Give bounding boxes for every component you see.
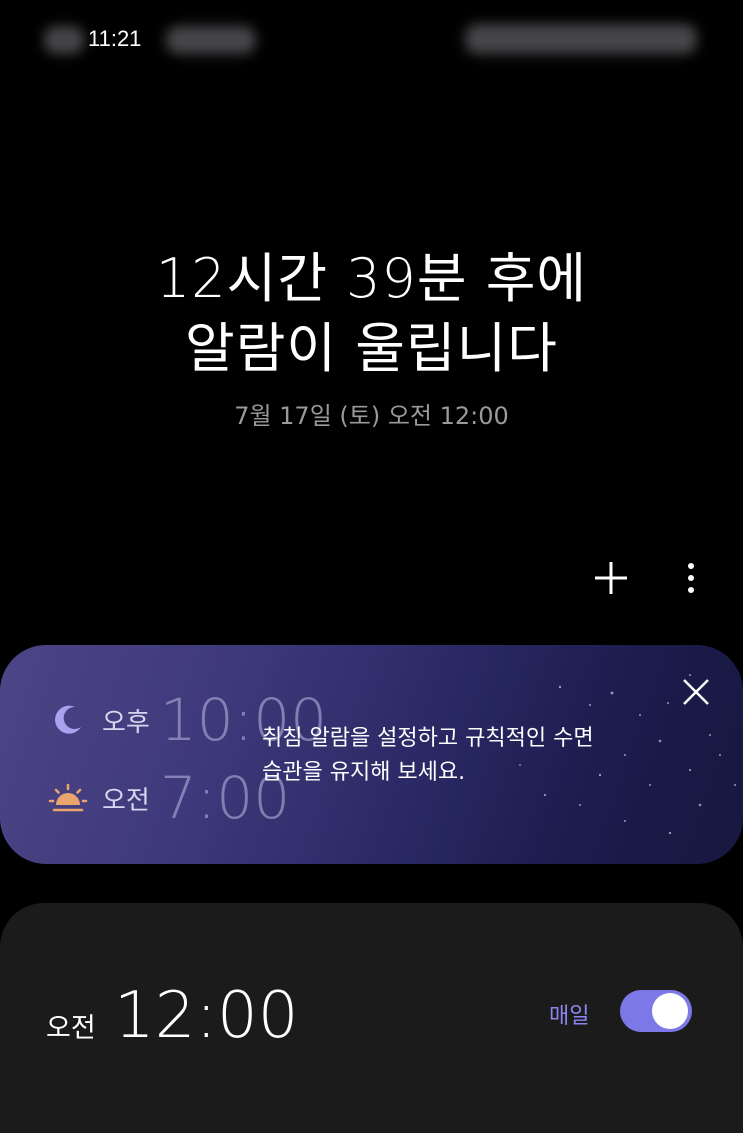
toggle-knob xyxy=(652,993,688,1029)
plus-icon xyxy=(595,562,627,594)
bedtime-message: 취침 알람을 설정하고 규칙적인 수면 습관을 유지해 보세요. xyxy=(262,722,642,790)
alarm-time: 12:00 xyxy=(114,979,299,1053)
alarm-enable-toggle[interactable] xyxy=(620,990,692,1032)
bedtime-ampm: 오후 xyxy=(102,707,150,738)
close-icon xyxy=(683,679,709,705)
dismiss-bedtime-card-button[interactable] xyxy=(676,672,716,712)
moon-icon xyxy=(46,698,90,742)
add-alarm-button[interactable] xyxy=(589,556,633,600)
status-time: 11:21 xyxy=(88,26,142,51)
status-blur-left xyxy=(44,26,84,54)
more-vertical-icon xyxy=(688,563,694,593)
wakeup-ampm: 오전 xyxy=(102,785,150,816)
countdown-line2: 알람이 울립니다 xyxy=(185,317,558,380)
status-blur-right xyxy=(465,24,697,54)
next-alarm-date: 7월 17일 (토) 오전 12:00 xyxy=(234,402,509,430)
status-blur-icons xyxy=(166,26,256,54)
more-options-button[interactable] xyxy=(681,556,701,600)
toolbar xyxy=(589,556,701,600)
alarm-repeat-label: 매일 xyxy=(549,1004,590,1029)
next-alarm-countdown: 12시간 39분 후에 알람이 울립니다 xyxy=(0,244,743,384)
countdown-line1: 12시간 39분 후에 xyxy=(155,247,588,310)
wakeup-row: 오전 7:00 xyxy=(46,768,290,828)
bedtime-message-line2: 습관을 유지해 보세요. xyxy=(262,760,466,785)
sunrise-icon xyxy=(46,776,90,820)
status-bar: 11:21 xyxy=(0,0,743,80)
alarm-ampm: 오전 xyxy=(46,1013,96,1044)
bedtime-message-line1: 취침 알람을 설정하고 규칙적인 수면 xyxy=(262,726,594,751)
